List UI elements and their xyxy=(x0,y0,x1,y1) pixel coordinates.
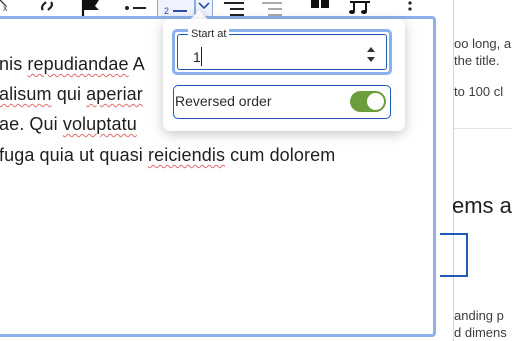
editor-line: fuga quia ut quasi reiciendis cum dolore… xyxy=(0,145,335,166)
sidebar-help-text: to 100 cl xyxy=(454,84,504,99)
text: qui xyxy=(51,84,87,104)
misspelled-word: reiciendis xyxy=(148,145,226,165)
sidebar-help-text: the title. xyxy=(454,53,500,68)
misspelled-word: alisum xyxy=(0,84,52,104)
text: ae. Qui xyxy=(0,114,63,134)
editor-line: ae. Qui voluptatu xyxy=(0,114,137,135)
number-spinner-icon[interactable] xyxy=(364,44,378,66)
text: nis xyxy=(0,54,28,74)
sidebar-divider xyxy=(454,128,512,129)
start-at-field[interactable]: Start at 1 xyxy=(172,28,392,75)
svg-text:2: 2 xyxy=(164,6,169,16)
settings-sidebar xyxy=(454,0,512,341)
reversed-order-label: Reversed order xyxy=(175,93,272,109)
sidebar-help-text: d dimens xyxy=(454,325,507,340)
sidebar-heading: ems a xyxy=(452,193,512,218)
text: A xyxy=(128,54,145,74)
sidebar-help-text: oo long, a xyxy=(454,36,512,51)
sidebar-input[interactable] xyxy=(440,233,468,277)
text-cursor xyxy=(201,47,202,66)
sidebar-help-text: anding p xyxy=(454,308,504,323)
reversed-order-row[interactable]: Reversed order xyxy=(173,85,391,119)
editor-line: nis repudiandae A xyxy=(0,54,145,75)
toggle-knob xyxy=(367,93,384,110)
text: fuga quia ut quasi xyxy=(0,145,149,165)
misspelled-word: voluptatu xyxy=(62,114,137,134)
text: cum dolorem xyxy=(225,145,336,165)
reversed-order-toggle[interactable] xyxy=(350,91,386,112)
start-at-input[interactable]: Start at 1 xyxy=(177,28,387,70)
editor-line: alisum qui aperiar xyxy=(0,84,143,105)
numbered-list-icon: 2 xyxy=(164,6,187,16)
misspelled-word: aperiar xyxy=(86,84,143,104)
start-at-label: Start at xyxy=(188,28,230,40)
misspelled-word: repudiandae xyxy=(27,54,129,74)
start-at-value[interactable]: 1 xyxy=(193,49,201,65)
